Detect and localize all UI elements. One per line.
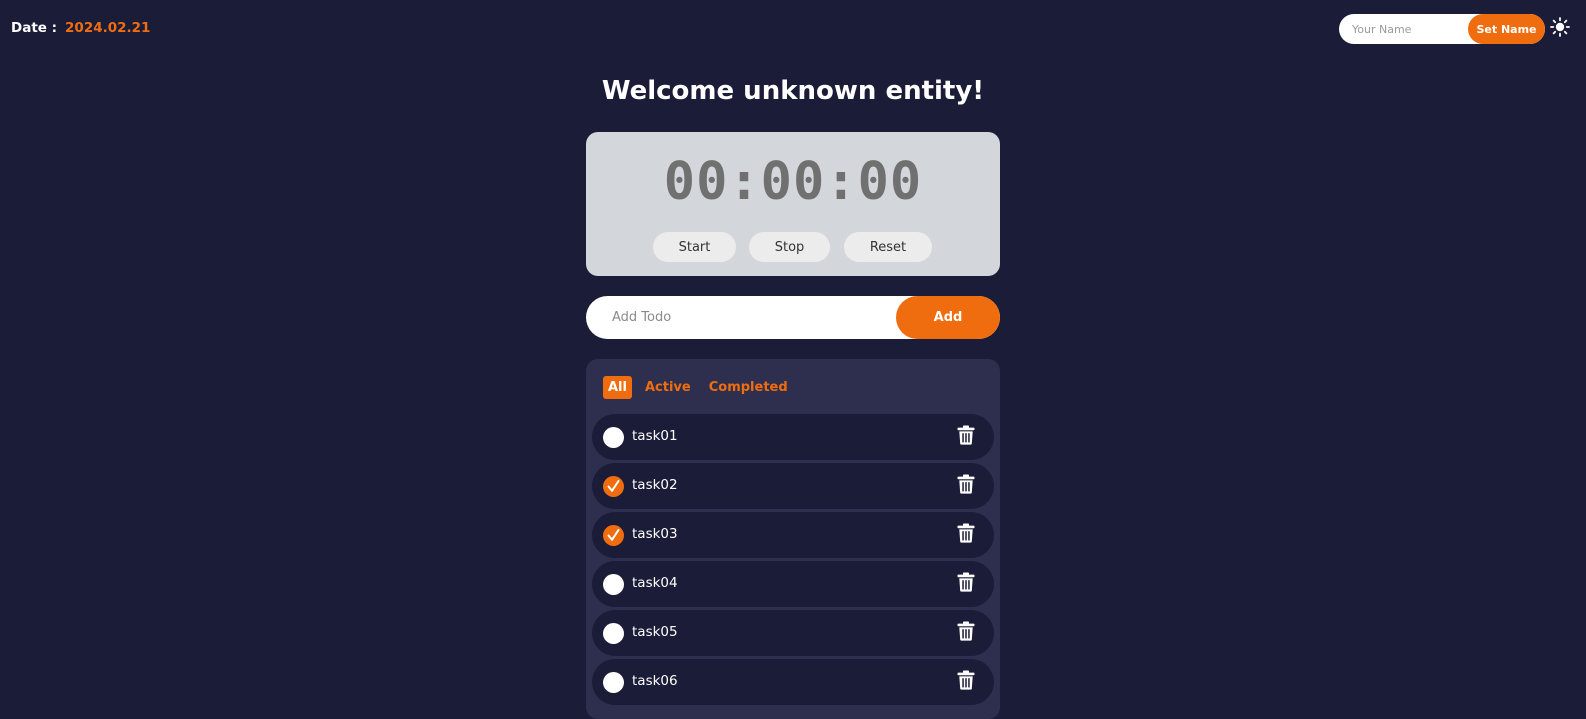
reset-button[interactable]: Reset: [844, 232, 932, 262]
todo-text: task02: [632, 477, 678, 493]
welcome-heading: Welcome unknown entity!: [601, 76, 985, 106]
start-button[interactable]: Start: [653, 232, 736, 262]
add-todo-input[interactable]: [586, 296, 896, 339]
todo-text: task04: [632, 575, 678, 591]
date-display: Date : 2024.02.21: [11, 20, 150, 36]
checkmark-icon: [607, 480, 620, 492]
delete-todo-button[interactable]: [957, 670, 975, 690]
todo-list: task01 task02 task03 task04 task05 task0…: [592, 414, 994, 708]
todo-text: task03: [632, 526, 678, 542]
delete-todo-button[interactable]: [957, 474, 975, 494]
todo-checkbox[interactable]: [603, 672, 624, 693]
stopwatch-card: 00:00:00 Start Stop Reset: [586, 132, 1000, 276]
trash-icon: [957, 621, 975, 641]
todo-checkbox[interactable]: [603, 623, 624, 644]
date-value: 2024.02.21: [65, 20, 151, 36]
delete-todo-button[interactable]: [957, 572, 975, 592]
stop-button[interactable]: Stop: [749, 232, 830, 262]
filter-tabs: All Active Completed: [603, 376, 801, 399]
filter-active[interactable]: Active: [640, 376, 696, 399]
trash-icon: [957, 670, 975, 690]
date-label: Date :: [11, 20, 58, 36]
todo-checkbox[interactable]: [603, 574, 624, 595]
theme-toggle-button[interactable]: [1550, 17, 1570, 37]
name-input[interactable]: [1339, 14, 1469, 44]
add-todo-button[interactable]: Add: [896, 296, 1000, 339]
todo-text: task05: [632, 624, 678, 640]
todo-panel: All Active Completed task01 task02 task0…: [586, 359, 1000, 719]
delete-todo-button[interactable]: [957, 425, 975, 445]
trash-icon: [957, 425, 975, 445]
todo-checkbox[interactable]: [603, 525, 624, 546]
todo-item: task05: [592, 610, 994, 656]
todo-text: task01: [632, 428, 678, 444]
add-todo-form: Add: [586, 296, 1000, 339]
delete-todo-button[interactable]: [957, 523, 975, 543]
trash-icon: [957, 474, 975, 494]
todo-text: task06: [632, 673, 678, 689]
trash-icon: [957, 523, 975, 543]
todo-checkbox[interactable]: [603, 427, 624, 448]
checkmark-icon: [607, 529, 620, 541]
filter-completed[interactable]: Completed: [704, 376, 793, 399]
todo-item: task06: [592, 659, 994, 705]
todo-checkbox[interactable]: [603, 476, 624, 497]
set-name-button[interactable]: Set Name: [1468, 14, 1545, 44]
sun-icon: [1550, 17, 1570, 37]
name-form: Set Name: [1339, 14, 1545, 44]
todo-item: task02: [592, 463, 994, 509]
trash-icon: [957, 572, 975, 592]
stopwatch-display: 00:00:00: [663, 152, 923, 212]
todo-item: task01: [592, 414, 994, 460]
filter-all[interactable]: All: [603, 376, 632, 399]
todo-item: task03: [592, 512, 994, 558]
delete-todo-button[interactable]: [957, 621, 975, 641]
todo-item: task04: [592, 561, 994, 607]
